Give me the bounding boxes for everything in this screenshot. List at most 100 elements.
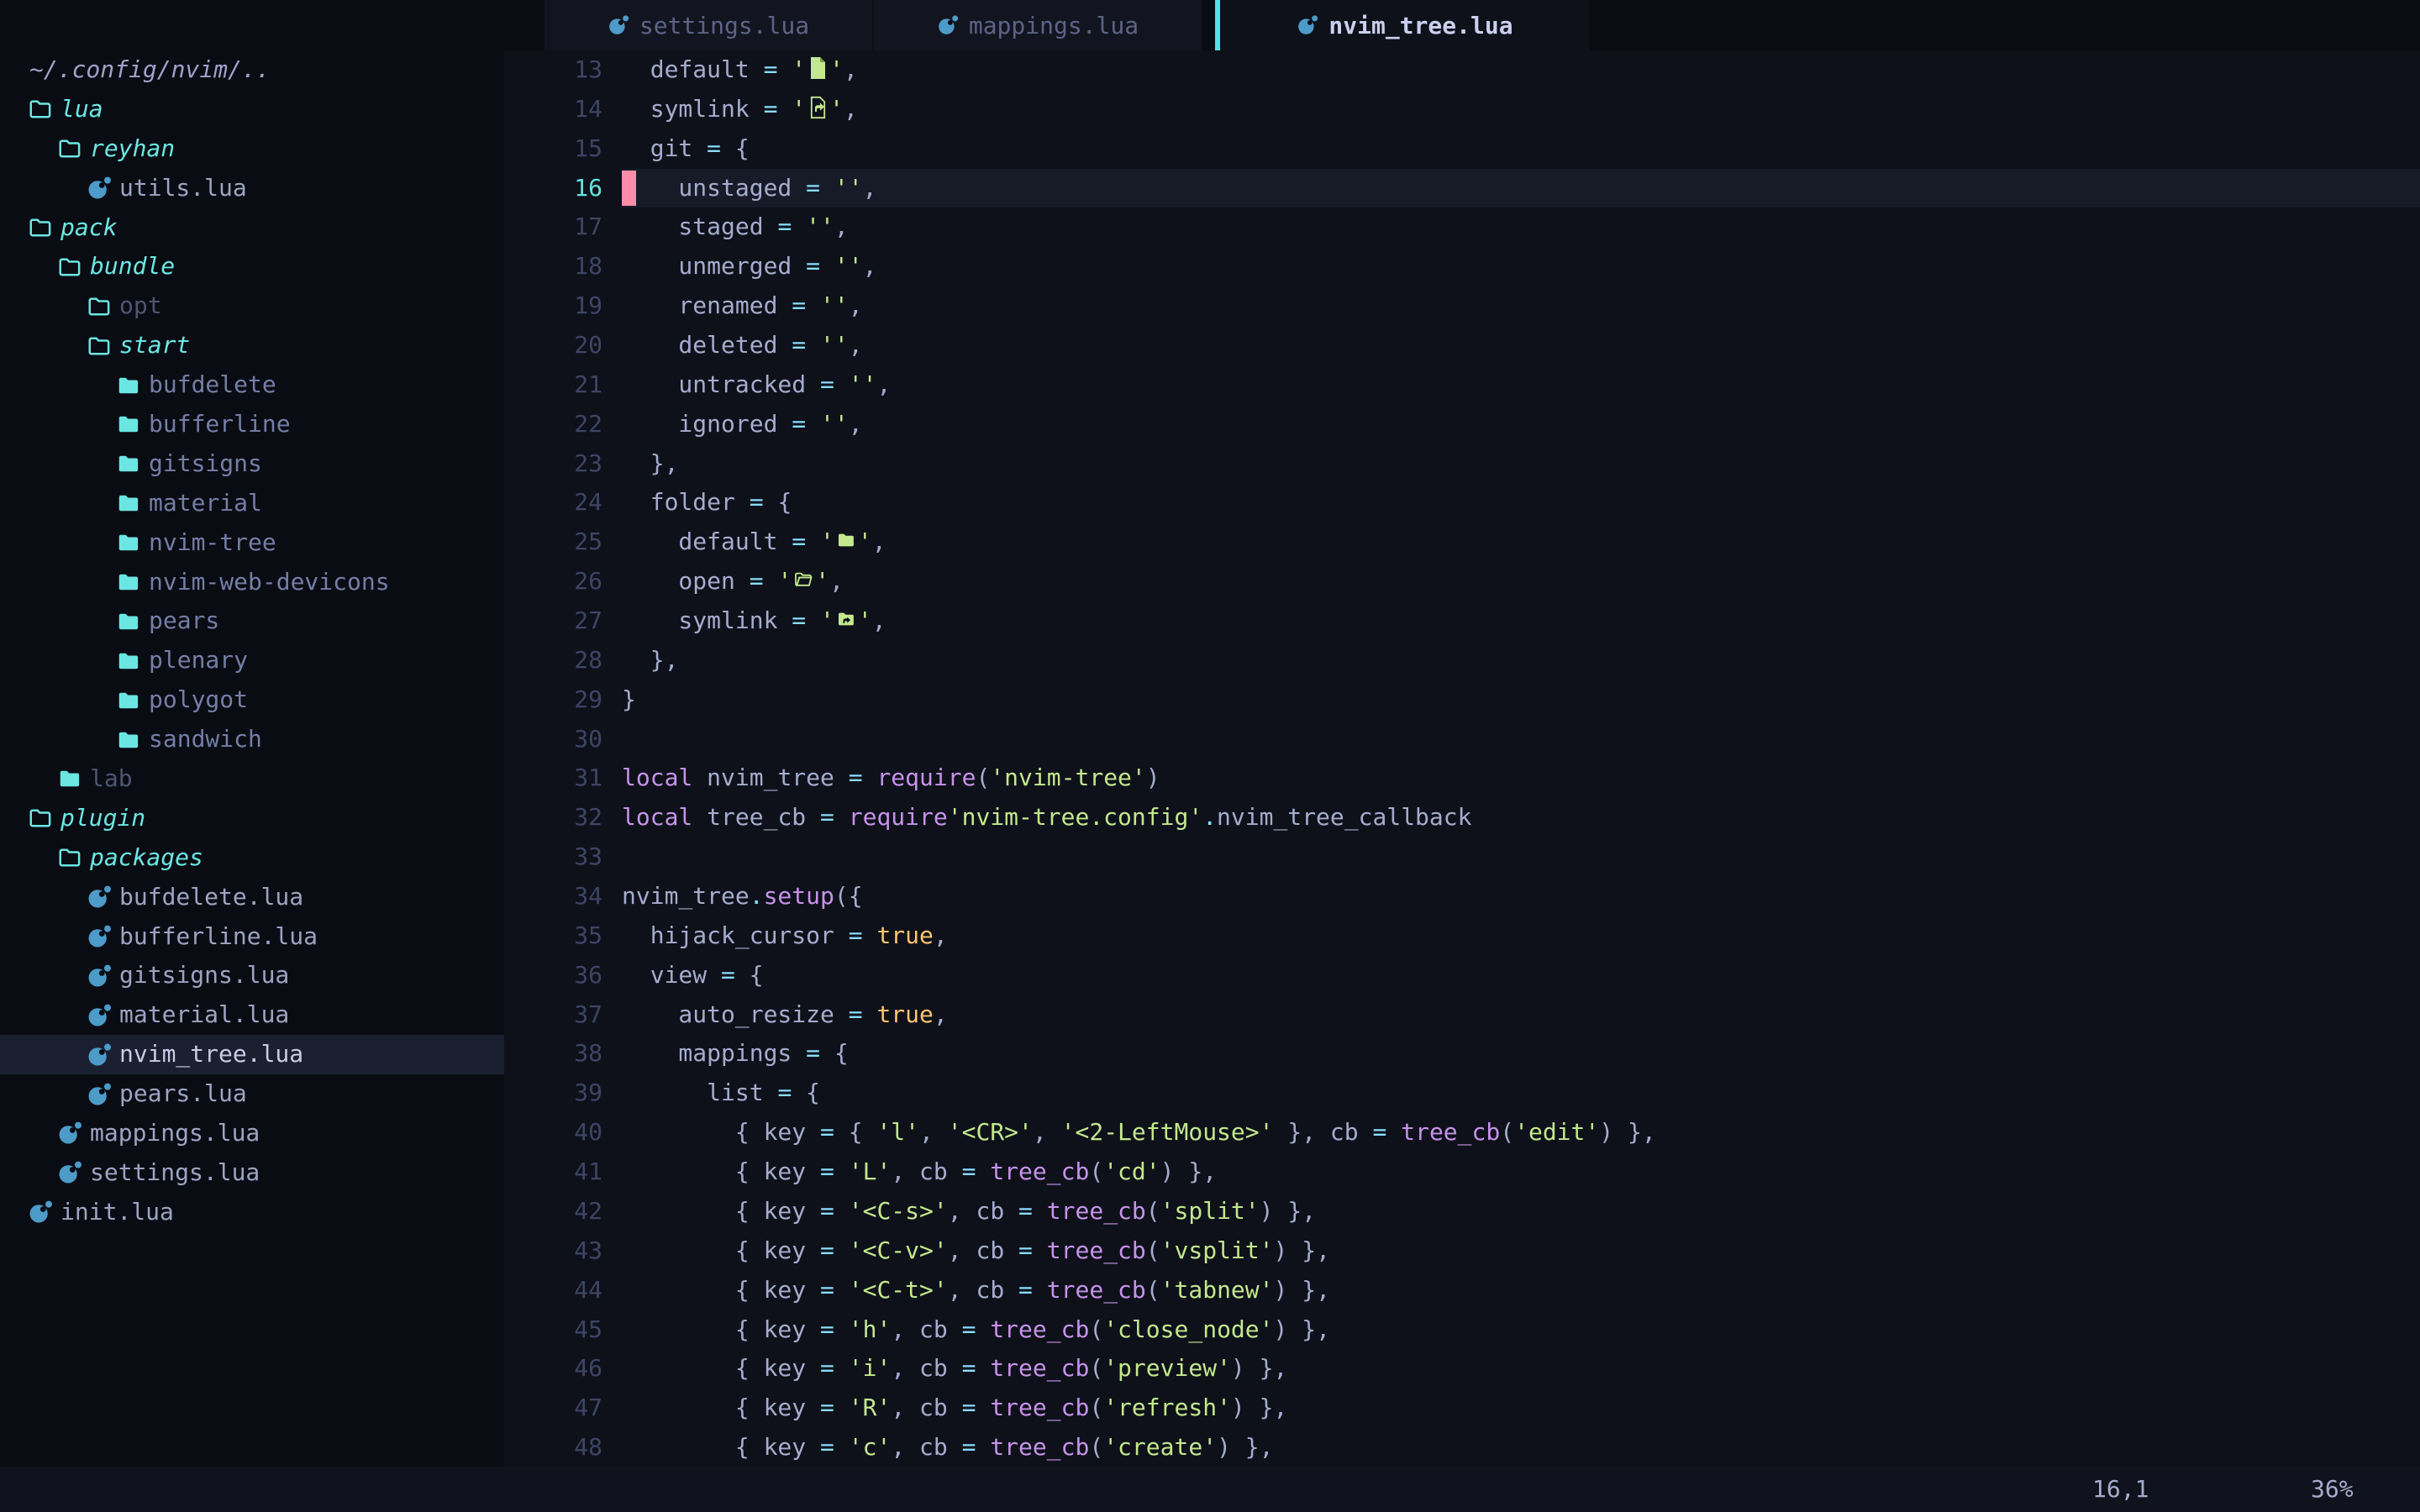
tree-item-label: bundle bbox=[90, 247, 175, 286]
code-line[interactable]: 22 ignored = '', bbox=[504, 405, 2420, 444]
code-line[interactable]: 40 { key = { 'l', '<CR>', '<2-LeftMouse>… bbox=[504, 1113, 2420, 1152]
tree-item-label: packages bbox=[90, 838, 203, 878]
tab-mappings.lua[interactable]: mappings.lua bbox=[874, 0, 1202, 50]
tree-item-bufferline[interactable]: bufferline bbox=[0, 405, 504, 444]
code-line[interactable]: 47 { key = 'R', cb = tree_cb('refresh') … bbox=[504, 1389, 2420, 1428]
code-line[interactable]: 19 renamed = '', bbox=[504, 286, 2420, 326]
tree-item-polygot[interactable]: polygot bbox=[0, 680, 504, 720]
tree-item-init.lua[interactable]: init.lua bbox=[0, 1193, 504, 1232]
code-line[interactable]: 38 mappings = { bbox=[504, 1034, 2420, 1074]
tab-settings.lua[interactable]: settings.lua bbox=[544, 0, 872, 50]
code-line[interactable]: 17 staged = '', bbox=[504, 207, 2420, 247]
tree-item-nvim_tree.lua[interactable]: nvim_tree.lua bbox=[0, 1035, 504, 1074]
folder-filled-icon bbox=[116, 648, 141, 674]
code-line-text: { key = '<C-v>', cb = tree_cb('vsplit') … bbox=[622, 1231, 2420, 1271]
code-token: ( bbox=[1089, 1354, 1103, 1382]
tree-item-label: bufdelete bbox=[149, 365, 276, 405]
tree-item-gitsigns.lua[interactable]: gitsigns.lua bbox=[0, 956, 504, 995]
tree-item-bundle[interactable]: bundle bbox=[0, 247, 504, 286]
tree-item-settings.lua[interactable]: settings.lua bbox=[0, 1153, 504, 1193]
code-token: '' bbox=[820, 291, 849, 319]
tree-item-mappings.lua[interactable]: mappings.lua bbox=[0, 1114, 504, 1153]
tree-item-sandwich[interactable]: sandwich bbox=[0, 720, 504, 759]
code-line[interactable]: 28 }, bbox=[504, 641, 2420, 680]
code-line[interactable]: 25 default = '', bbox=[504, 522, 2420, 562]
code-line[interactable]: 35 hijack_cursor = true, bbox=[504, 916, 2420, 956]
code-token: 'nvim-tree.config' bbox=[948, 803, 1202, 831]
code-line[interactable]: 26 open = '', bbox=[504, 562, 2420, 601]
tree-item-utils.lua[interactable]: utils.lua bbox=[0, 169, 504, 208]
tab-label: settings.lua bbox=[639, 12, 809, 39]
code-line[interactable]: 46 { key = 'i', cb = tree_cb('preview') … bbox=[504, 1349, 2420, 1389]
code-line[interactable]: 23 }, bbox=[504, 444, 2420, 484]
tree-item-bufdelete.lua[interactable]: bufdelete.lua bbox=[0, 878, 504, 917]
line-number: 25 bbox=[504, 522, 622, 562]
code-line-text: }, bbox=[622, 444, 2420, 484]
code-token: view bbox=[622, 961, 721, 989]
statusline: 16,1 36% bbox=[0, 1467, 2420, 1512]
scroll-percent: 36% bbox=[2311, 1467, 2354, 1512]
code-line[interactable]: 48 { key = 'c', cb = tree_cb('create') }… bbox=[504, 1428, 2420, 1467]
tab-label: mappings.lua bbox=[969, 12, 1139, 39]
tab-nvim_tree.lua[interactable]: nvim_tree.lua bbox=[1215, 0, 1590, 50]
code-token: ' bbox=[777, 567, 792, 595]
code-token: 'h' bbox=[849, 1315, 892, 1343]
code-line-text: { key = 'h', cb = tree_cb('close_node') … bbox=[622, 1310, 2420, 1350]
code-line[interactable]: 44 { key = '<C-t>', cb = tree_cb('tabnew… bbox=[504, 1271, 2420, 1310]
code-token: tree_cb bbox=[990, 1394, 1089, 1421]
code-token: 'R' bbox=[849, 1394, 892, 1421]
tree-item-label: plenary bbox=[149, 641, 248, 680]
code-line[interactable]: 32local tree_cb = require'nvim-tree.conf… bbox=[504, 798, 2420, 837]
tree-item-plenary[interactable]: plenary bbox=[0, 641, 504, 680]
code-token: unstaged bbox=[622, 174, 806, 202]
tree-item-nvim-tree[interactable]: nvim-tree bbox=[0, 523, 504, 563]
tree-item-bufdelete[interactable]: bufdelete bbox=[0, 365, 504, 405]
tree-item-material.lua[interactable]: material.lua bbox=[0, 995, 504, 1035]
code-line[interactable]: 43 { key = '<C-v>', cb = tree_cb('vsplit… bbox=[504, 1231, 2420, 1271]
tree-item-nvim-web-devicons[interactable]: nvim-web-devicons bbox=[0, 563, 504, 602]
code-line[interactable]: 37 auto_resize = true, bbox=[504, 995, 2420, 1035]
code-line[interactable]: 30 bbox=[504, 720, 2420, 759]
code-line[interactable]: 41 { key = 'L', cb = tree_cb('cd') }, bbox=[504, 1152, 2420, 1192]
code-line[interactable]: 13 default = '', bbox=[504, 50, 2420, 90]
code-line[interactable]: 15 git = { bbox=[504, 129, 2420, 169]
code-line-text: { key = 'R', cb = tree_cb('refresh') }, bbox=[622, 1389, 2420, 1428]
tree-item-reyhan[interactable]: reyhan bbox=[0, 129, 504, 169]
code-line[interactable]: 33 bbox=[504, 837, 2420, 877]
tree-item-start[interactable]: start bbox=[0, 326, 504, 365]
code-line[interactable]: 21 untracked = '', bbox=[504, 365, 2420, 405]
tree-item-lua[interactable]: lua bbox=[0, 90, 504, 129]
code-token: = bbox=[820, 1394, 849, 1421]
code-line[interactable]: 42 { key = '<C-s>', cb = tree_cb('split'… bbox=[504, 1192, 2420, 1231]
code-line[interactable]: 24 folder = { bbox=[504, 483, 2420, 522]
tree-item-pack[interactable]: pack bbox=[0, 208, 504, 248]
tree-item-material[interactable]: material bbox=[0, 484, 504, 523]
code-line[interactable]: 31local nvim_tree = require('nvim-tree') bbox=[504, 759, 2420, 798]
code-line[interactable]: 29} bbox=[504, 680, 2420, 720]
code-token: ( bbox=[1089, 1433, 1103, 1461]
code-area[interactable]: 13 default = '',14 symlink = '',15 git =… bbox=[504, 50, 2420, 1467]
code-token: , bbox=[934, 921, 948, 949]
tree-item-bufferline.lua[interactable]: bufferline.lua bbox=[0, 917, 504, 957]
tree-item-pears.lua[interactable]: pears.lua bbox=[0, 1074, 504, 1114]
tree-item-gitsigns[interactable]: gitsigns bbox=[0, 444, 504, 484]
code-line[interactable]: 36 view = { bbox=[504, 956, 2420, 995]
tree-item-pears[interactable]: pears bbox=[0, 601, 504, 641]
code-line[interactable]: 14 symlink = '', bbox=[504, 90, 2420, 129]
code-token: 'c' bbox=[849, 1433, 892, 1461]
code-line-text: mappings = { bbox=[622, 1034, 2420, 1074]
code-line[interactable]: 16 unstaged = '', bbox=[504, 169, 2420, 208]
tree-root-path[interactable]: ~/.config/nvim/.. bbox=[0, 50, 504, 90]
code-line[interactable]: 27 symlink = '', bbox=[504, 601, 2420, 641]
code-line[interactable]: 45 { key = 'h', cb = tree_cb('close_node… bbox=[504, 1310, 2420, 1350]
code-line[interactable]: 18 unmerged = '', bbox=[504, 247, 2420, 286]
code-line[interactable]: 34nvim_tree.setup({ bbox=[504, 877, 2420, 916]
code-line[interactable]: 20 deleted = '', bbox=[504, 326, 2420, 365]
tree-item-lab[interactable]: lab bbox=[0, 759, 504, 799]
tree-item-packages[interactable]: packages bbox=[0, 838, 504, 878]
code-line-text: deleted = '', bbox=[622, 326, 2420, 365]
tree-item-plugin[interactable]: plugin bbox=[0, 799, 504, 838]
lua-icon bbox=[87, 885, 112, 910]
code-line[interactable]: 39 list = { bbox=[504, 1074, 2420, 1113]
tree-item-opt[interactable]: opt bbox=[0, 286, 504, 326]
